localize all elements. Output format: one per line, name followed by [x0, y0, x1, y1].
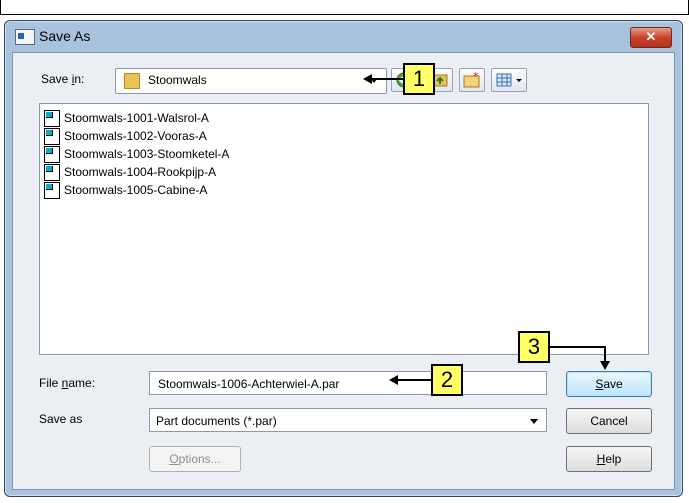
callout-3-arrow-head: [600, 361, 610, 370]
callout-2: 2: [431, 364, 463, 396]
callout-1: 1: [403, 63, 435, 95]
callout-2-arrow-head: [389, 375, 398, 385]
svg-text:*: *: [473, 70, 479, 83]
file-name-label: File name:: [39, 376, 96, 390]
file-list-item-label: Stoomwals-1003-Stoomketel-A: [64, 147, 230, 161]
part-document-icon: [44, 109, 60, 127]
save-as-label: Save as: [39, 412, 83, 426]
view-menu-icon: [496, 73, 522, 87]
top-border-strip: [0, 0, 689, 15]
window-title: Save As: [39, 28, 91, 44]
save-in-dropdown[interactable]: Stoomwals: [115, 68, 387, 94]
file-list-item-1[interactable]: Stoomwals-1001-Walsrol-A: [44, 109, 209, 127]
new-folder-icon: *: [463, 70, 480, 88]
file-list-item-2[interactable]: Stoomwals-1002-Vooras-A: [44, 127, 207, 145]
view-menu-button[interactable]: [491, 68, 527, 92]
part-document-icon: [44, 181, 60, 199]
part-document-icon: [44, 145, 60, 163]
help-button[interactable]: Help: [566, 446, 652, 472]
callout-1-arrow-head: [363, 74, 372, 84]
file-list-item-5[interactable]: Stoomwals-1005-Cabine-A: [44, 181, 207, 199]
folder-icon: [124, 73, 140, 89]
file-list-item-label: Stoomwals-1005-Cabine-A: [64, 183, 208, 197]
dialog-body: Save in: Stoomwals * Stoomwals-1001-Wals…: [12, 52, 675, 490]
save-as-dialog: Save As ✕ Save in: Stoomwals * Stoomwals…: [4, 20, 683, 497]
title-bar[interactable]: Save As ✕: [5, 21, 682, 51]
save-in-label: Save in:: [41, 72, 85, 86]
file-list-item-4[interactable]: Stoomwals-1004-Rookpijp-A: [44, 163, 216, 181]
window-icon: [15, 29, 35, 45]
callout-3-arrow-stem: [604, 346, 606, 362]
file-list[interactable]: Stoomwals-1001-Walsrol-A Stoomwals-1002-…: [39, 103, 649, 355]
part-document-icon: [44, 127, 60, 145]
file-list-item-label: Stoomwals-1002-Vooras-A: [64, 129, 207, 143]
save-as-type-value: Part documents (*.par): [156, 414, 277, 428]
cancel-button[interactable]: Cancel: [566, 408, 652, 434]
save-button[interactable]: Save: [566, 371, 652, 397]
file-list-item-label: Stoomwals-1004-Rookpijp-A: [64, 165, 217, 179]
callout-2-arrow-line: [398, 379, 432, 381]
callout-3-arrow-line: [549, 346, 606, 348]
chevron-down-icon: [530, 419, 538, 424]
file-list-item-label: Stoomwals-1001-Walsrol-A: [64, 111, 209, 125]
close-button[interactable]: ✕: [630, 27, 672, 48]
save-in-folder: Stoomwals: [148, 73, 207, 87]
new-folder-button[interactable]: *: [459, 68, 485, 92]
options-button: Options...: [149, 446, 241, 472]
file-name-input[interactable]: Stoomwals-1006-Achterwiel-A.par: [149, 371, 547, 395]
callout-1-arrow-line: [372, 78, 404, 80]
file-list-item-3[interactable]: Stoomwals-1003-Stoomketel-A: [44, 145, 229, 163]
part-document-icon: [44, 163, 60, 181]
callout-3: 3: [518, 331, 550, 363]
save-as-type-select[interactable]: Part documents (*.par): [149, 408, 547, 432]
